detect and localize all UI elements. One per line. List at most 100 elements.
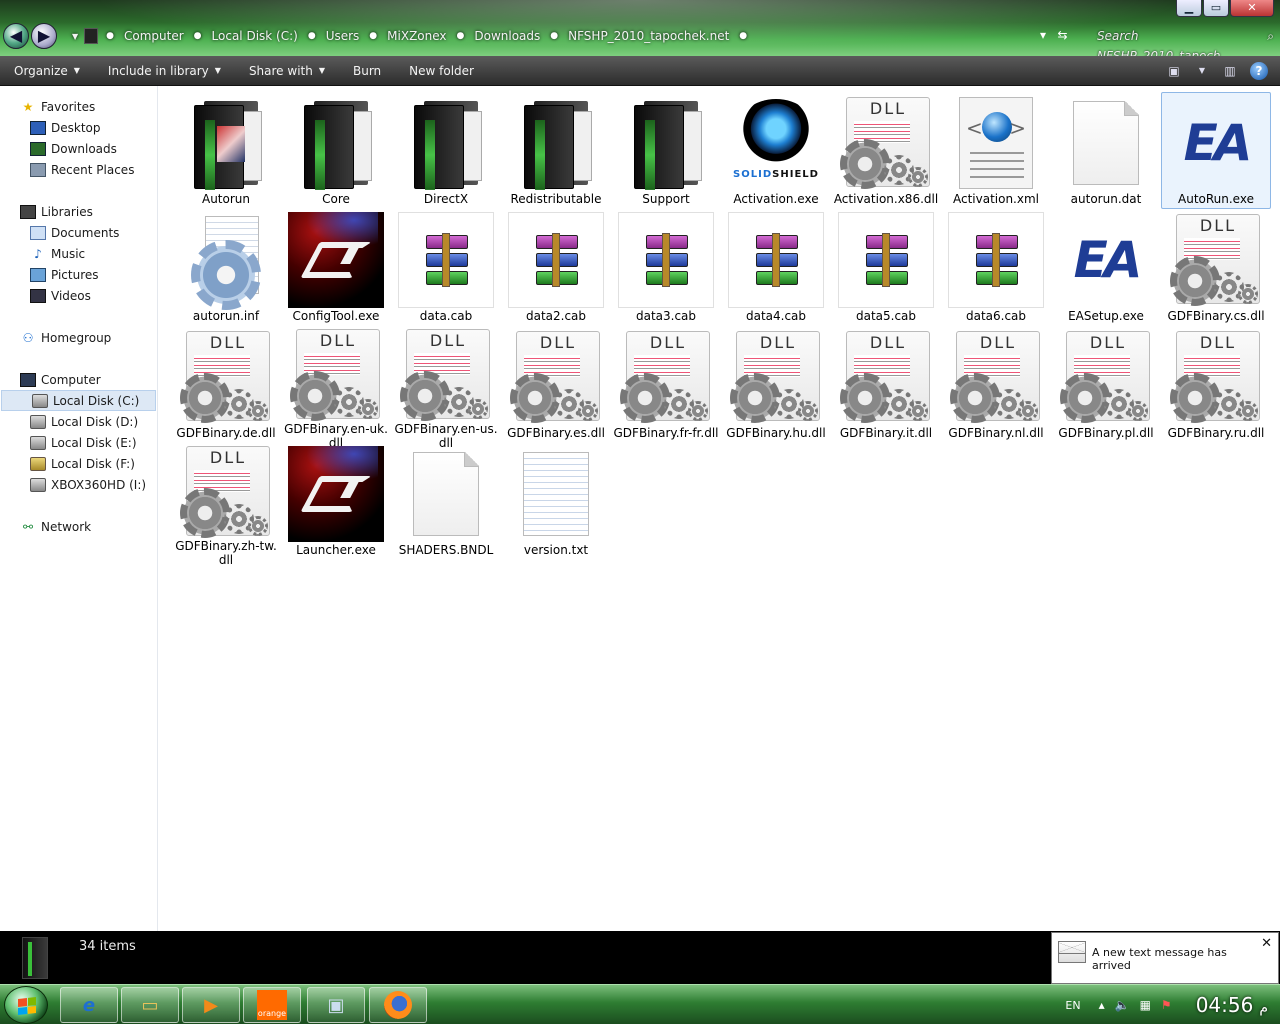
sidebar-item-network[interactable]: ⚯ Network [0, 516, 157, 537]
file-item[interactable]: autorun.inf [171, 209, 281, 326]
close-notification-button[interactable]: ✕ [1261, 936, 1272, 951]
include-in-library-button[interactable]: Include in library ▼ [94, 56, 235, 86]
recent-pages-chevron-icon[interactable]: ▼ [72, 32, 78, 41]
sidebar-item-local-disk-e[interactable]: Local Disk (E:) [0, 432, 157, 453]
file-item[interactable]: < > Activation.xml [941, 92, 1051, 209]
share-with-button[interactable]: Share with ▼ [235, 56, 339, 86]
file-item[interactable]: version.txt [501, 443, 611, 560]
file-item[interactable]: DLL GDFBinary.nl.dll [941, 326, 1051, 443]
dll-icon: DLL [840, 331, 932, 423]
address-bar[interactable]: ▼ ● Computer ● Local Disk (C:) ● Users ●… [72, 25, 1032, 47]
sidebar-item-libraries[interactable]: Libraries [0, 201, 157, 222]
organize-button[interactable]: Organize ▼ [0, 56, 94, 86]
sidebar-item-local-disk-d[interactable]: Local Disk (D:) [0, 411, 157, 432]
burn-button[interactable]: Burn [339, 56, 395, 86]
language-indicator[interactable]: EN [1065, 999, 1080, 1012]
file-item[interactable]: DLL GDFBinary.pl.dll [1051, 326, 1161, 443]
show-hidden-icons-icon[interactable]: ▴ [1099, 998, 1105, 1012]
sidebar-item-computer[interactable]: Computer [0, 369, 157, 390]
breadcrumb-computer[interactable]: Computer [118, 29, 190, 43]
file-item[interactable]: data3.cab [611, 209, 721, 326]
breadcrumb-nfshp-folder[interactable]: NFSHP_2010_tapochek.net [562, 29, 735, 43]
breadcrumb-local-disk-c[interactable]: Local Disk (C:) [206, 29, 304, 43]
clock[interactable]: 04:56 م [1196, 993, 1268, 1017]
volume-icon[interactable]: 🔈 [1115, 998, 1130, 1012]
file-item[interactable]: Autorun [171, 92, 281, 209]
help-icon[interactable]: ? [1250, 62, 1268, 80]
breadcrumb-separator[interactable]: ● [365, 31, 381, 41]
sidebar-item-xbox360hd[interactable]: XBOX360HD (I:) [0, 474, 157, 495]
file-item[interactable]: DLL GDFBinary.es.dll [501, 326, 611, 443]
close-window-button[interactable]: ✕ [1230, 0, 1274, 17]
file-item[interactable]: DLL GDFBinary.zh-tw.dll [171, 443, 281, 567]
file-item[interactable]: DLL GDFBinary.de.dll [171, 326, 281, 443]
start-button[interactable] [4, 986, 48, 1024]
breadcrumb-separator[interactable]: ● [453, 31, 469, 41]
file-item[interactable]: SOLIDSHIELD Activation.exe [721, 92, 831, 209]
breadcrumb-separator[interactable]: ● [735, 31, 751, 41]
sidebar-item-recent-places[interactable]: Recent Places [0, 159, 157, 180]
file-item[interactable]: Redistributable [501, 92, 611, 209]
file-item[interactable]: DLL GDFBinary.en-us.dll [391, 326, 501, 450]
file-item[interactable]: Core [281, 92, 391, 209]
change-view-icon[interactable]: ▣ [1166, 64, 1182, 78]
search-input[interactable]: Search NFSHP_2010_tapoch... ⌕ [1092, 26, 1276, 63]
file-item[interactable]: data6.cab [941, 209, 1051, 326]
file-item[interactable]: DirectX [391, 92, 501, 209]
notification-toast[interactable]: A new text message has arrived ✕ [1051, 932, 1279, 984]
file-item[interactable]: DLL Activation.x86.dll [831, 92, 941, 209]
breadcrumb-separator[interactable]: ● [304, 31, 320, 41]
file-item[interactable]: DLL GDFBinary.cs.dll [1161, 209, 1271, 326]
file-item[interactable]: Launcher.exe [281, 443, 391, 560]
taskbar-installer[interactable]: ▣ [307, 987, 365, 1023]
new-folder-button[interactable]: New folder [395, 56, 488, 86]
preview-pane-icon[interactable]: ▥ [1222, 64, 1238, 78]
sidebar-item-documents[interactable]: Documents [0, 222, 157, 243]
breadcrumb-downloads[interactable]: Downloads [468, 29, 546, 43]
breadcrumb-mixzonex[interactable]: MiXZonex [381, 29, 452, 43]
sidebar-item-local-disk-f[interactable]: Local Disk (F:) [0, 453, 157, 474]
history-chevron-icon[interactable]: ▾ [1040, 28, 1046, 42]
taskbar-media-player[interactable]: ▶ [182, 987, 240, 1023]
taskbar-firefox[interactable] [369, 987, 427, 1023]
action-center-icon[interactable]: ⚑ [1161, 998, 1172, 1012]
network-status-icon[interactable]: ▦ [1140, 998, 1151, 1012]
file-item[interactable]: EA AutoRun.exe [1161, 92, 1271, 209]
file-item[interactable]: DLL GDFBinary.ru.dll [1161, 326, 1271, 443]
maximize-button[interactable]: ▭ [1203, 0, 1229, 17]
file-item[interactable]: data2.cab [501, 209, 611, 326]
sidebar-item-local-disk-c[interactable]: Local Disk (C:) [1, 390, 156, 411]
file-item[interactable]: ConfigTool.exe [281, 209, 391, 326]
taskbar-windows-explorer[interactable]: ▭ [121, 987, 179, 1023]
taskbar-internet-explorer[interactable]: e [60, 987, 118, 1023]
file-item[interactable]: DLL GDFBinary.it.dll [831, 326, 941, 443]
sidebar-item-homegroup[interactable]: ⚇ Homegroup [0, 327, 157, 348]
file-item[interactable]: autorun.dat [1051, 92, 1161, 209]
refresh-button[interactable]: ▾ ⇆ [1040, 28, 1068, 42]
breadcrumb-separator[interactable]: ● [546, 31, 562, 41]
file-item[interactable]: DLL GDFBinary.en-uk.dll [281, 326, 391, 450]
file-item[interactable]: SHADERS.BNDL [391, 443, 501, 560]
breadcrumb-separator[interactable]: ● [190, 31, 206, 41]
sidebar-item-videos[interactable]: Videos [0, 285, 157, 306]
file-item[interactable]: Support [611, 92, 721, 209]
file-item[interactable]: data.cab [391, 209, 501, 326]
file-item[interactable]: data4.cab [721, 209, 831, 326]
taskbar-orange-app[interactable]: orange [243, 987, 301, 1023]
file-item[interactable]: data5.cab [831, 209, 941, 326]
sidebar-item-favorites[interactable]: ★ Favorites [0, 96, 157, 117]
back-button[interactable]: ◀ [3, 23, 29, 49]
search-icon[interactable]: ⌕ [1267, 26, 1274, 46]
file-item[interactable]: EA EASetup.exe [1051, 209, 1161, 326]
breadcrumb-users[interactable]: Users [320, 29, 366, 43]
minimize-button[interactable]: ▁ [1176, 0, 1202, 17]
forward-button[interactable]: ▶ [31, 23, 57, 49]
file-item[interactable]: DLL GDFBinary.fr-fr.dll [611, 326, 721, 443]
view-options-chevron-icon[interactable]: ▼ [1194, 64, 1210, 78]
file-item[interactable]: DLL GDFBinary.hu.dll [721, 326, 831, 443]
file-name: GDFBinary.nl.dll [948, 426, 1044, 440]
sidebar-item-downloads[interactable]: Downloads [0, 138, 157, 159]
sidebar-item-pictures[interactable]: Pictures [0, 264, 157, 285]
sidebar-item-desktop[interactable]: Desktop [0, 117, 157, 138]
sidebar-item-music[interactable]: ♪ Music [0, 243, 157, 264]
